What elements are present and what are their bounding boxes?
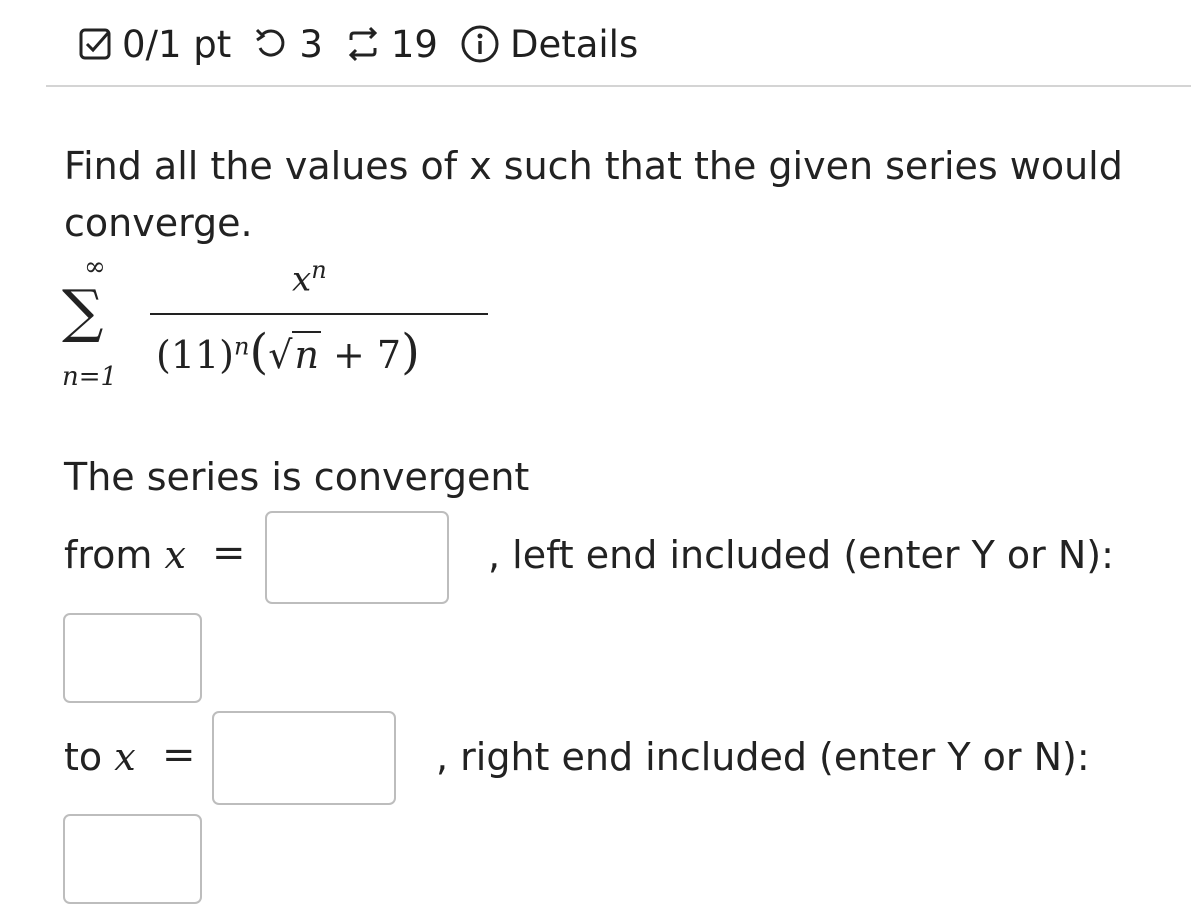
convergent-intro: The series is convergent [64,455,530,499]
left-end-included-input[interactable] [63,613,202,703]
denominator-base: (11) [156,333,235,377]
from-variable: x [164,533,186,577]
numerator-base: x [292,259,312,300]
question-prompt: Find all the values of x such that the g… [64,144,1123,245]
denominator-exponent: n [234,332,250,361]
score-indicator: 0/1 pt [78,23,231,66]
from-equals: = [212,530,246,576]
fraction-denominator: (11)n(√n + 7) [156,324,420,380]
retry-icon [253,26,289,62]
to-word: to [64,735,103,779]
details-label[interactable]: Details [510,23,638,66]
repeat-icon [345,26,381,62]
sum-lower-limit: n=1 [62,362,118,392]
checkbox-icon [78,27,112,61]
info-icon[interactable] [460,24,500,64]
sigma-symbol: ∑ [62,277,104,345]
left-paren: ( [249,324,269,380]
question-header: 0/1 pt 3 19 Details [78,18,660,70]
from-word: from [64,533,153,577]
header-divider [46,85,1191,87]
retries-indicator: 3 [253,23,323,66]
retries-count: 3 [299,22,323,66]
fraction-numerator: xn [292,256,327,299]
right-end-included-input[interactable] [63,814,202,904]
plus-seven: + 7 [333,333,402,377]
from-value-input[interactable] [265,511,449,604]
to-value-input[interactable] [212,711,396,805]
numerator-exponent: n [311,256,327,284]
score-text: 0/1 pt [122,22,232,66]
fraction-bar [150,313,488,315]
attempts-count: 19 [390,22,438,66]
sqrt-argument: n [292,331,321,377]
left-end-label: , left end included (enter Y or N): [488,533,1114,577]
details-button[interactable]: Details [460,23,638,66]
right-end-label: , right end included (enter Y or N): [436,735,1090,779]
right-paren: ) [401,324,420,380]
to-variable: x [114,735,136,779]
from-label: from x [64,533,186,577]
to-label: to x [64,735,136,779]
sqrt-symbol: √ [268,333,293,377]
attempts-indicator: 19 [345,23,438,66]
to-equals: = [162,732,196,778]
